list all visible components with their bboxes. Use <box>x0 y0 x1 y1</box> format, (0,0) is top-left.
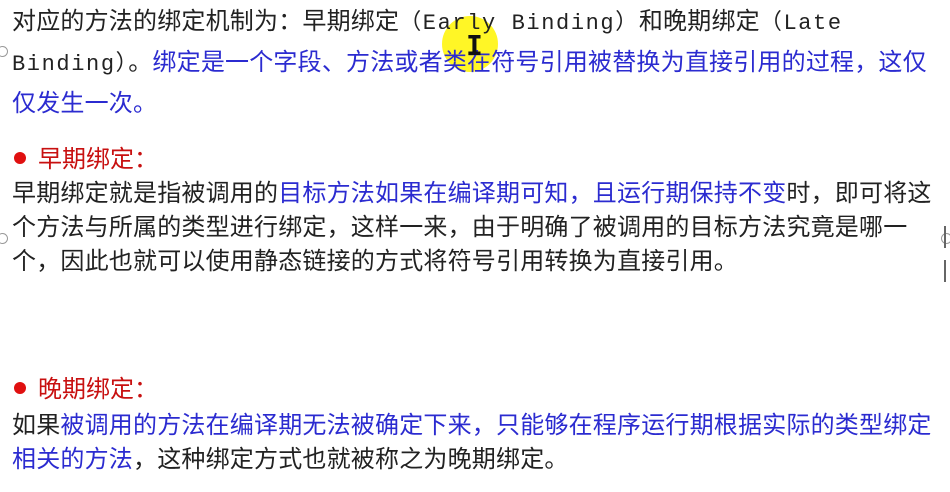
late-text-start: 如果 <box>12 411 61 439</box>
early-highlight: 目标方法如果在编译期可知，且运行期保持不变 <box>278 179 787 207</box>
intro-sentence-end: 。 <box>128 48 153 76</box>
margin-handle-left <box>0 233 8 244</box>
edge-tick <box>944 226 946 248</box>
early-text-start: 早期绑定就是指被调用的 <box>12 179 279 207</box>
intro-line1-prefix: 对应的方法的绑定机制为：早期绑定 <box>12 7 400 35</box>
early-binding-paragraph: 早期绑定就是指被调用的目标方法如果在编译期可知，且运行期保持不变时，即可将这个方… <box>12 176 942 278</box>
red-dot-bullet-icon <box>14 152 26 164</box>
early-binding-heading-label: 早期绑定： <box>38 145 158 173</box>
document-page: 对应的方法的绑定机制为：早期绑定（Early Binding）和晚期绑定（Lat… <box>0 0 950 492</box>
margin-handle-left-top <box>0 46 8 57</box>
intro-paragraph: 对应的方法的绑定机制为：早期绑定（Early Binding）和晚期绑定（Lat… <box>12 2 942 122</box>
late-binding-heading: 晚期绑定： <box>14 372 158 406</box>
late-text-end: ，这种绑定方式也就被称之为晚期绑定。 <box>133 445 569 473</box>
edge-tick <box>944 260 946 282</box>
early-binding-heading: 早期绑定： <box>14 142 158 176</box>
intro-line1-mid: 和晚期绑定 <box>638 7 760 35</box>
text-cursor-icon: I <box>466 29 483 62</box>
early-binding-english: （Early Binding） <box>399 11 639 36</box>
late-binding-heading-label: 晚期绑定： <box>38 375 158 403</box>
late-binding-paragraph: 如果被调用的方法在编译期无法被确定下来，只能够在程序运行期根据实际的类型绑定相关… <box>12 408 942 476</box>
red-dot-bullet-icon <box>14 382 26 394</box>
